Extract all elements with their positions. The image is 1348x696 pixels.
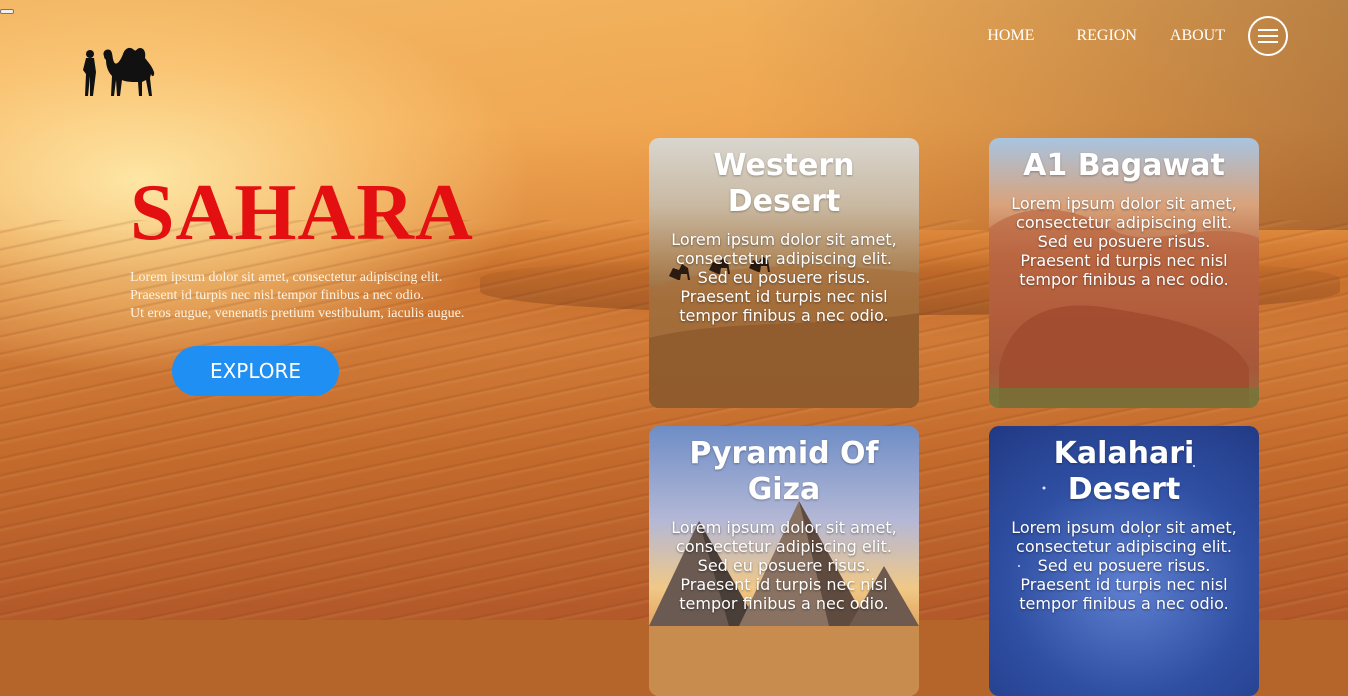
hero-description-line: Ut eros augue, venenatis pretium vestibu…	[130, 306, 465, 321]
region-card-a1-bagawat[interactable]: A1 Bagawat Lorem ipsum dolor sit amet, c…	[989, 138, 1259, 408]
hero-description-line: Praesent id turpis nec nisl tempor finib…	[130, 288, 424, 303]
card-title: Kalahari Desert	[1053, 436, 1195, 507]
hero-title: SAHARA	[130, 169, 474, 257]
camel-logo-icon	[83, 47, 155, 96]
region-card-kalahari-desert[interactable]: Kalahari Desert Lorem ipsum dolor sit am…	[989, 426, 1259, 696]
hero-description: Lorem ipsum dolor sit amet, consectetur …	[130, 269, 464, 323]
region-card-pyramid-of-giza[interactable]: Pyramid Of Giza Lorem ipsum dolor sit am…	[649, 426, 919, 696]
card-text: Lorem ipsum dolor sit amet, consectetur …	[1011, 194, 1237, 289]
card-title: A1 Bagawat	[1023, 148, 1225, 183]
small-browser-button[interactable]	[0, 9, 14, 14]
explore-button[interactable]: EXPLORE	[172, 346, 339, 396]
card-title: Western Desert	[713, 148, 855, 219]
card-text: Lorem ipsum dolor sit amet, consectetur …	[671, 230, 897, 325]
menu-button[interactable]	[1248, 16, 1288, 56]
card-title: Pyramid Of Giza	[689, 436, 879, 507]
hamburger-menu-icon	[1258, 29, 1278, 43]
hero-description-line: Lorem ipsum dolor sit amet, consectetur …	[130, 270, 443, 285]
card-text: Lorem ipsum dolor sit amet, consectetur …	[671, 518, 897, 613]
nav-home-link[interactable]: HOME	[987, 27, 1034, 45]
main-navigation: HOME REGION ABOUT	[987, 16, 1288, 56]
region-card-western-desert[interactable]: Western Desert Lorem ipsum dolor sit ame…	[649, 138, 919, 408]
nav-region-link[interactable]: REGION	[1076, 27, 1136, 45]
nav-about-link[interactable]: ABOUT	[1170, 27, 1225, 45]
card-text: Lorem ipsum dolor sit amet, consectetur …	[1011, 518, 1237, 613]
